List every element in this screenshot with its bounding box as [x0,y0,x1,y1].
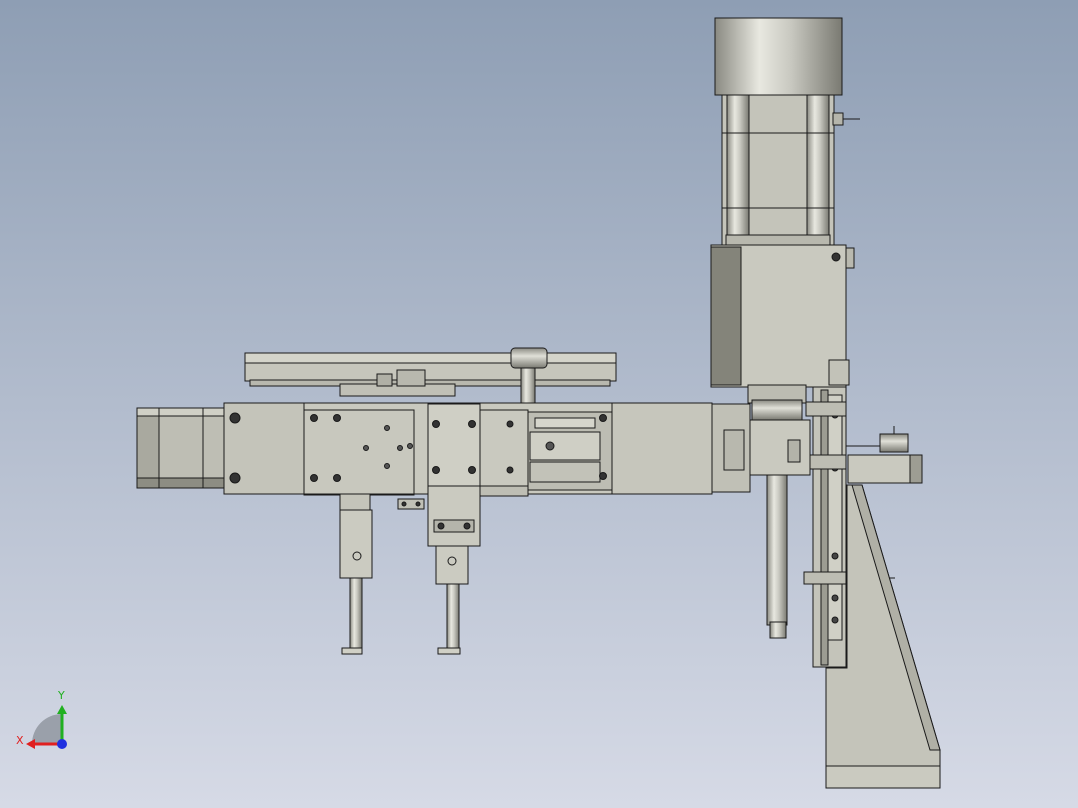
triad-x-label: X [16,734,24,747]
horizontal-stepper-motor[interactable] [136,407,225,489]
cad-viewport[interactable]: X Y [0,0,1078,808]
triad-y-label: Y [57,689,65,702]
assembly-drawing[interactable]: X Y [0,0,1078,808]
triad-z-axis [57,739,67,749]
motor-mount-block[interactable] [710,244,855,388]
